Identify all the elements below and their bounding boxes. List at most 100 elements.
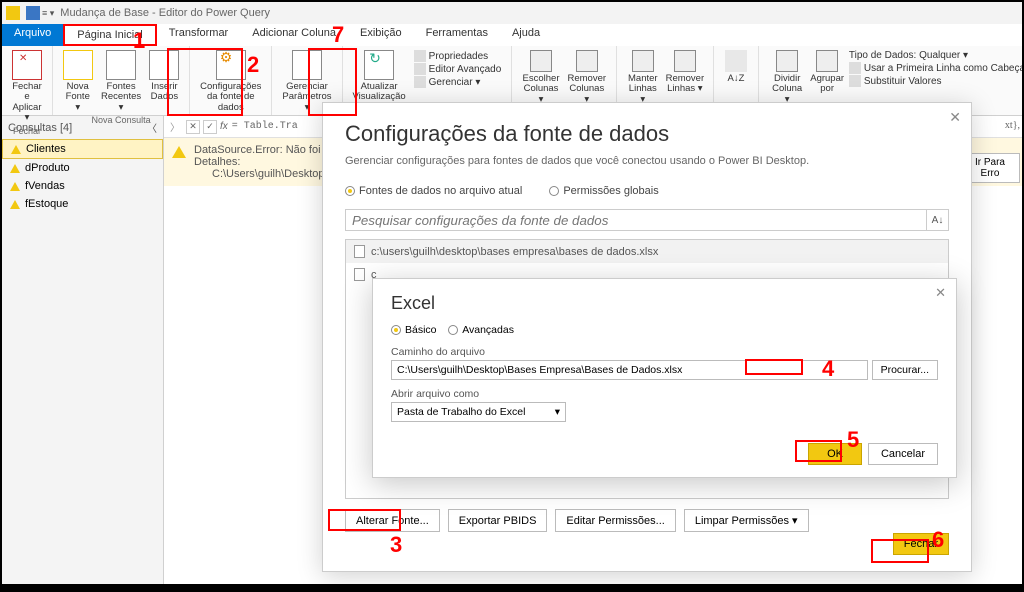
cancel-button[interactable]: Cancelar — [868, 443, 938, 465]
annotation-2: 2 — [247, 52, 259, 78]
excel-dialog-title: Excel — [391, 293, 938, 314]
tab-file[interactable]: Arquivo — [2, 24, 63, 46]
new-source-button[interactable]: Nova Fonte ▾ — [59, 48, 96, 115]
queries-panel: Consultas [4] 〈 Clientes dProduto fVenda… — [2, 116, 164, 584]
annotation-4: 4 — [822, 356, 834, 382]
choose-cols-icon — [530, 50, 552, 72]
advanced-editor-button[interactable]: Editor Avançado — [414, 63, 502, 75]
header-icon — [849, 62, 861, 74]
error-line2: Detalhes: — [194, 156, 341, 168]
powerbi-icon — [6, 6, 20, 20]
openas-label: Abrir arquivo como — [391, 388, 938, 400]
radio-advanced[interactable]: Avançadas — [448, 324, 514, 336]
recent-sources-button[interactable]: Fontes Recentes ▾ — [96, 48, 145, 115]
choose-columns-button[interactable]: Escolher Colunas ▾ — [518, 48, 563, 107]
groupby-icon — [816, 50, 838, 72]
formula-commit[interactable]: ✓ — [203, 120, 217, 134]
group-newquery: Nova Consulta — [92, 115, 151, 125]
replace-icon — [849, 75, 861, 87]
annotation-5: 5 — [847, 427, 859, 453]
sort-button[interactable]: A↓Z — [720, 48, 752, 86]
tab-view[interactable]: Exibição — [348, 24, 414, 46]
split-column-button[interactable]: Dividir Coluna ▾ — [765, 48, 809, 107]
radio-current-file[interactable]: Fontes de dados no arquivo atual — [345, 185, 522, 197]
query-festoque[interactable]: fEstoque — [2, 195, 163, 213]
enter-data-icon — [149, 50, 179, 80]
manage-button[interactable]: Gerenciar ▾ — [414, 76, 502, 88]
file-path-input[interactable] — [391, 360, 868, 380]
replace-values-button[interactable]: Substituir Valores — [849, 75, 1022, 87]
tab-transform[interactable]: Transformar — [157, 24, 241, 46]
group-by-button[interactable]: Agrupar por — [809, 48, 844, 97]
query-fvendas[interactable]: fVendas — [2, 177, 163, 195]
close-icon[interactable]: ✕ — [949, 109, 961, 126]
split-icon — [776, 50, 798, 72]
fx-label: fx — [220, 121, 228, 132]
dialog-subtitle: Gerenciar configurações para fontes de d… — [345, 155, 949, 167]
qat-dropdown[interactable]: ≡ ▾ — [42, 8, 54, 19]
tab-tools[interactable]: Ferramentas — [414, 24, 500, 46]
dialog-title: Configurações da fonte de dados — [345, 121, 949, 147]
open-as-combo[interactable]: Pasta de Trabalho do Excel▾ — [391, 402, 566, 422]
annotation-6: 6 — [932, 527, 944, 553]
annotation-7: 7 — [332, 22, 344, 48]
group-close: Fechar — [13, 126, 41, 136]
query-clientes[interactable]: Clientes — [2, 139, 163, 159]
warning-icon — [10, 200, 20, 209]
keep-rows-icon — [632, 50, 654, 72]
keep-rows-button[interactable]: Manter Linhas ▾ — [623, 48, 663, 107]
browse-button[interactable]: Procurar... — [872, 360, 938, 380]
remove-columns-button[interactable]: Remover Colunas ▾ — [564, 48, 610, 107]
sort-icon — [725, 50, 747, 72]
title-bar: ≡ ▾ Mudança de Base - Editor do Power Qu… — [2, 2, 1022, 24]
manage-icon — [414, 76, 426, 88]
query-dproduto[interactable]: dProduto — [2, 159, 163, 177]
formula-text[interactable]: = Table.Tra — [232, 121, 298, 132]
properties-button[interactable]: Propriedades — [414, 50, 502, 62]
excel-source-dialog: ✕ Excel Básico Avançadas Caminho do arqu… — [372, 278, 957, 478]
radio-basic[interactable]: Básico — [391, 324, 437, 336]
params-icon — [292, 50, 322, 80]
file-icon — [354, 268, 365, 281]
warning-icon — [172, 146, 186, 158]
clear-permissions-button[interactable]: Limpar Permissões ▾ — [684, 509, 809, 532]
remove-cols-icon — [576, 50, 598, 72]
sort-button[interactable]: A↓ — [926, 210, 948, 230]
gear-icon — [216, 50, 246, 80]
error-line3: C:\Users\guilh\Desktop\Ba — [194, 168, 341, 180]
new-source-icon — [63, 50, 93, 80]
recent-sources-icon — [106, 50, 136, 80]
expand-chevron[interactable]: 〉 — [170, 119, 180, 134]
ribbon-tabs: Arquivo Página Inicial Transformar Adici… — [2, 24, 1022, 46]
path-label: Caminho do arquivo — [391, 346, 938, 358]
editor-icon — [414, 63, 426, 75]
radio-global-perms[interactable]: Permissões globais — [549, 185, 658, 197]
edit-permissions-button[interactable]: Editar Permissões... — [555, 509, 675, 532]
close-apply-button[interactable]: Fechar e Aplicar ▾ — [8, 48, 46, 126]
annotation-1: 1 — [133, 28, 145, 54]
warning-icon — [10, 164, 20, 173]
change-source-button[interactable]: Alterar Fonte... — [345, 509, 440, 532]
chevron-down-icon: ▾ — [555, 406, 560, 418]
close-icon[interactable]: ✕ — [935, 285, 946, 301]
window-title: Mudança de Base - Editor do Power Query — [60, 7, 270, 19]
annotation-3: 3 — [390, 532, 402, 558]
properties-icon — [414, 50, 426, 62]
remove-rows-icon — [674, 50, 696, 72]
search-input[interactable] — [346, 210, 926, 230]
file-icon — [354, 245, 365, 258]
tab-help[interactable]: Ajuda — [500, 24, 552, 46]
export-pbids-button[interactable]: Exportar PBIDS — [448, 509, 548, 532]
refresh-icon — [364, 50, 394, 80]
remove-rows-button[interactable]: Remover Linhas ▾ — [663, 48, 707, 97]
warning-icon — [10, 182, 20, 191]
first-row-header-button[interactable]: Usar a Primeira Linha como Cabeçalho ▾ — [849, 62, 1022, 74]
save-icon[interactable] — [26, 6, 40, 20]
warning-icon — [11, 145, 21, 154]
error-line1: DataSource.Error: Não foi po — [194, 144, 341, 156]
close-apply-icon — [12, 50, 42, 80]
data-type-button[interactable]: Tipo de Dados: Qualquer ▾ — [849, 50, 1022, 61]
data-source-item[interactable]: c:\users\guilh\desktop\bases empresa\bas… — [346, 240, 948, 263]
formula-cancel[interactable]: ✕ — [186, 120, 200, 134]
enter-data-button[interactable]: Inserir Dados — [146, 48, 183, 105]
